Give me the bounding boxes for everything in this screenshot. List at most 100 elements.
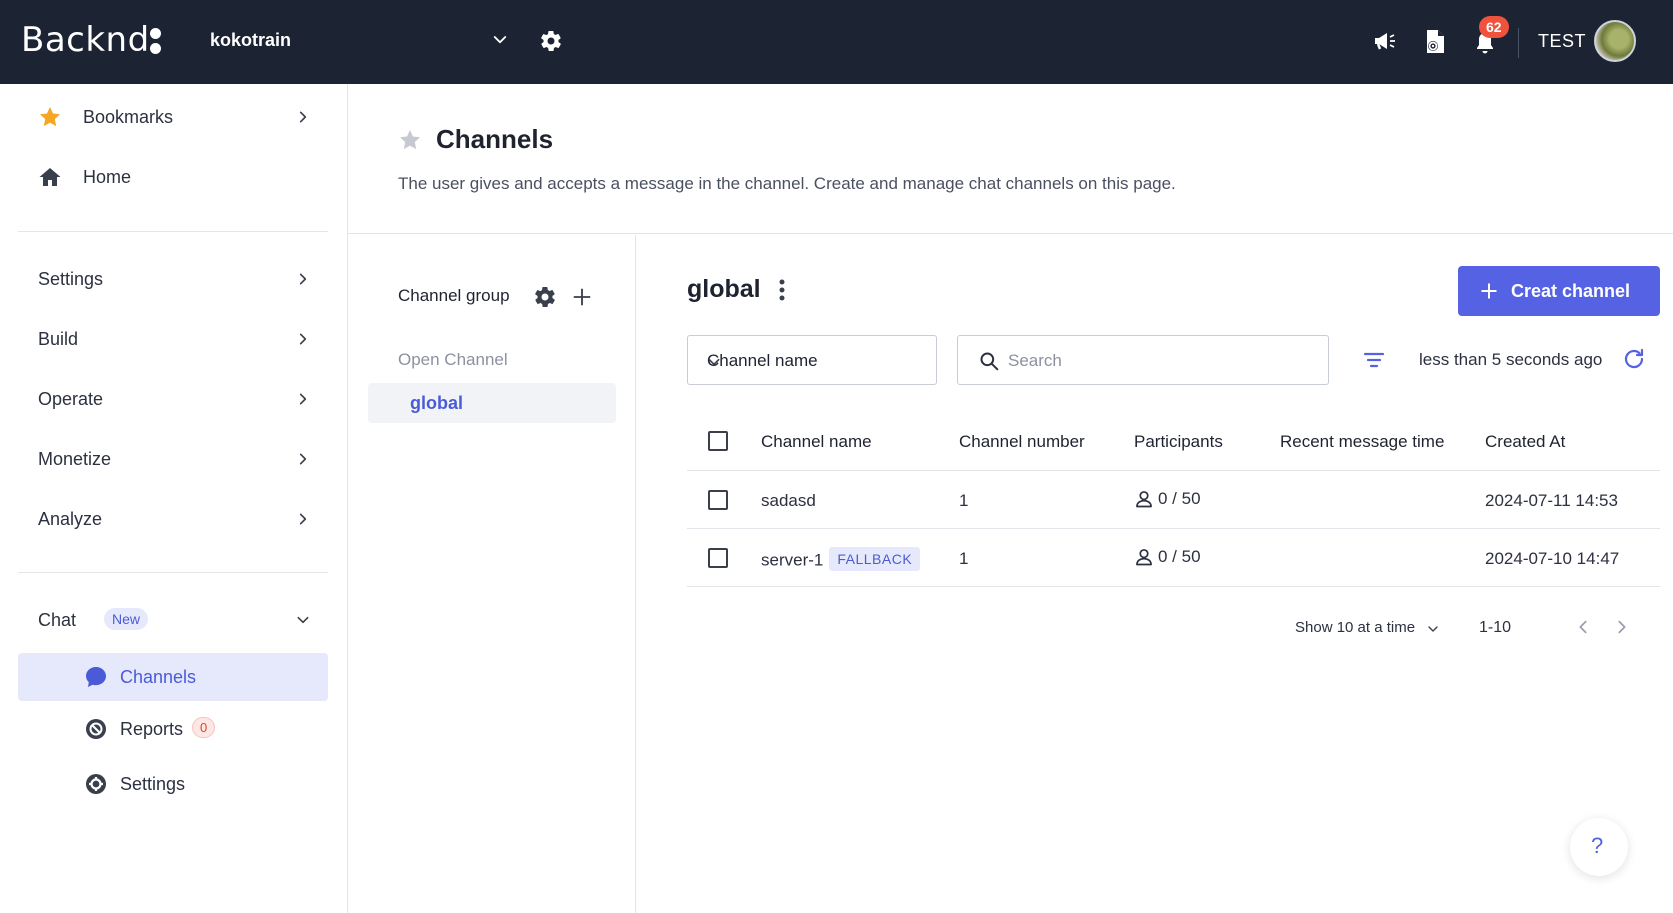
top-bar: Backnd kokotrain 62 TEST bbox=[0, 0, 1673, 84]
chevron-left-icon[interactable] bbox=[1575, 619, 1591, 635]
sidebar-item-build[interactable]: Build bbox=[18, 315, 328, 363]
sidebar-item-label: Build bbox=[38, 328, 79, 349]
sidebar-item-label: Reports bbox=[120, 718, 184, 739]
chevron-down-icon bbox=[296, 613, 310, 627]
divider bbox=[1518, 28, 1519, 58]
bookmark-star-icon[interactable] bbox=[398, 128, 422, 152]
sidebar-item-label: Analyze bbox=[38, 508, 103, 529]
participants-cell: 0 / 50 bbox=[1134, 489, 1201, 509]
sidebar-item-label: Channels bbox=[120, 666, 197, 687]
page-header: Channels The user gives and accepts a me… bbox=[348, 84, 1673, 234]
participants-count: 0 / 50 bbox=[1158, 547, 1201, 566]
sidebar-item-analyze[interactable]: Analyze bbox=[18, 495, 328, 543]
column-header[interactable]: Recent message time bbox=[1280, 432, 1444, 452]
sidebar-item-label: Chat bbox=[38, 609, 77, 630]
chevron-right-icon bbox=[296, 512, 310, 526]
help-label: ? bbox=[1591, 833, 1604, 858]
sidebar-item-chat[interactable]: Chat New bbox=[18, 596, 328, 644]
group-item-label: global bbox=[410, 393, 463, 413]
more-vertical-icon[interactable] bbox=[777, 278, 787, 302]
group-item-global[interactable]: global bbox=[368, 383, 616, 423]
table-header: Channel name Channel number Participants… bbox=[687, 412, 1660, 471]
sidebar-item-label: Monetize bbox=[38, 448, 112, 469]
reports-count-badge: 0 bbox=[192, 717, 216, 738]
star-icon bbox=[38, 105, 62, 129]
avatar[interactable] bbox=[1594, 20, 1636, 62]
chevron-down-icon bbox=[707, 355, 922, 369]
sidebar-item-label: Bookmarks bbox=[83, 106, 174, 127]
sidebar: Bookmarks Home Settings Build Operate Mo… bbox=[0, 84, 348, 913]
add-group-icon[interactable] bbox=[571, 286, 593, 308]
participants-cell: 0 / 50 bbox=[1134, 547, 1201, 567]
pagination: Show 10 at a time 1-10 bbox=[687, 613, 1660, 643]
channel-number: 1 bbox=[959, 549, 969, 568]
table-row[interactable]: sadasd 1 0 / 50 2024-07-11 14:53 bbox=[687, 471, 1660, 529]
chevron-right-icon bbox=[296, 392, 310, 406]
search-input[interactable] bbox=[1008, 348, 1308, 374]
channel-name[interactable]: sadasd bbox=[761, 491, 816, 511]
page-description: The user gives and accepts a message in … bbox=[398, 174, 1176, 193]
search-icon bbox=[979, 351, 999, 371]
gear-icon[interactable] bbox=[539, 29, 563, 53]
sidebar-item-reports[interactable]: Reports 0 bbox=[18, 705, 328, 753]
channel-group-title: Channel group bbox=[398, 286, 510, 305]
divider bbox=[18, 572, 328, 573]
created-at: 2024-07-11 14:53 bbox=[1485, 491, 1618, 510]
project-name[interactable]: kokotrain bbox=[210, 30, 291, 51]
filter-field-select[interactable]: Channel name bbox=[687, 335, 937, 385]
report-icon bbox=[84, 717, 108, 741]
channel-name[interactable]: server-1 bbox=[761, 550, 823, 569]
gear-icon[interactable] bbox=[533, 285, 557, 309]
sidebar-item-monetize[interactable]: Monetize bbox=[18, 435, 328, 483]
page-size-select[interactable]: Show 10 at a time bbox=[1295, 619, 1415, 636]
chevron-right-icon bbox=[296, 452, 310, 466]
group-title: global bbox=[687, 275, 761, 303]
user-name[interactable]: TEST bbox=[1538, 31, 1586, 52]
channel-name-cell: server-1 FALLBACK bbox=[761, 547, 921, 573]
participants-count: 0 / 50 bbox=[1158, 489, 1201, 508]
plus-icon bbox=[1479, 281, 1499, 301]
sidebar-item-operate[interactable]: Operate bbox=[18, 375, 328, 423]
sidebar-item-label: Home bbox=[83, 166, 132, 187]
sidebar-item-settings[interactable]: Settings bbox=[18, 255, 328, 303]
chevron-right-icon bbox=[296, 272, 310, 286]
chevron-right-icon bbox=[296, 332, 310, 346]
user-icon bbox=[1136, 491, 1152, 508]
document-settings-icon[interactable] bbox=[1424, 29, 1446, 55]
row-checkbox[interactable] bbox=[708, 490, 728, 510]
page-range: 1-10 bbox=[1479, 619, 1512, 636]
channel-group-panel: Channel group Open Channel global bbox=[348, 235, 636, 913]
logo[interactable]: Backnd bbox=[21, 20, 150, 60]
column-header[interactable]: Created At bbox=[1485, 432, 1565, 452]
sidebar-item-chat-settings[interactable]: Settings bbox=[18, 760, 328, 808]
chevron-right-icon[interactable] bbox=[1614, 619, 1630, 635]
open-channel-section: Open Channel bbox=[398, 350, 508, 369]
column-header[interactable]: Participants bbox=[1134, 432, 1223, 452]
help-button[interactable]: ? bbox=[1570, 818, 1628, 876]
sidebar-item-bookmarks[interactable]: Bookmarks bbox=[18, 93, 328, 141]
notification-badge: 62 bbox=[1479, 16, 1509, 38]
column-header[interactable]: Channel name bbox=[761, 432, 872, 452]
filter-icon[interactable] bbox=[1363, 351, 1385, 369]
row-checkbox[interactable] bbox=[708, 548, 728, 568]
chevron-down-icon[interactable] bbox=[1427, 623, 1439, 635]
refresh-icon[interactable] bbox=[1622, 347, 1646, 371]
created-at: 2024-07-10 14:47 bbox=[1485, 549, 1620, 568]
page-title: Channels bbox=[436, 124, 554, 154]
divider bbox=[18, 231, 328, 232]
create-channel-button[interactable]: Creat channel bbox=[1458, 266, 1660, 316]
megaphone-icon[interactable] bbox=[1372, 29, 1398, 53]
column-header[interactable]: Channel number bbox=[959, 432, 1085, 452]
user-icon bbox=[1136, 549, 1152, 566]
channel-number: 1 bbox=[959, 491, 969, 510]
select-all-checkbox[interactable] bbox=[708, 431, 728, 451]
search-box bbox=[957, 335, 1329, 385]
table-row[interactable]: server-1 FALLBACK 1 0 / 50 2024-07-10 14:… bbox=[687, 529, 1660, 587]
chevron-down-icon[interactable] bbox=[491, 31, 509, 49]
sidebar-item-channels[interactable]: Channels bbox=[18, 653, 328, 701]
sidebar-item-home[interactable]: Home bbox=[18, 153, 328, 201]
sidebar-item-label: Settings bbox=[120, 773, 186, 794]
fallback-tag: FALLBACK bbox=[829, 547, 921, 571]
create-channel-label: Creat channel bbox=[1511, 281, 1631, 301]
sidebar-item-label: Settings bbox=[38, 268, 104, 289]
